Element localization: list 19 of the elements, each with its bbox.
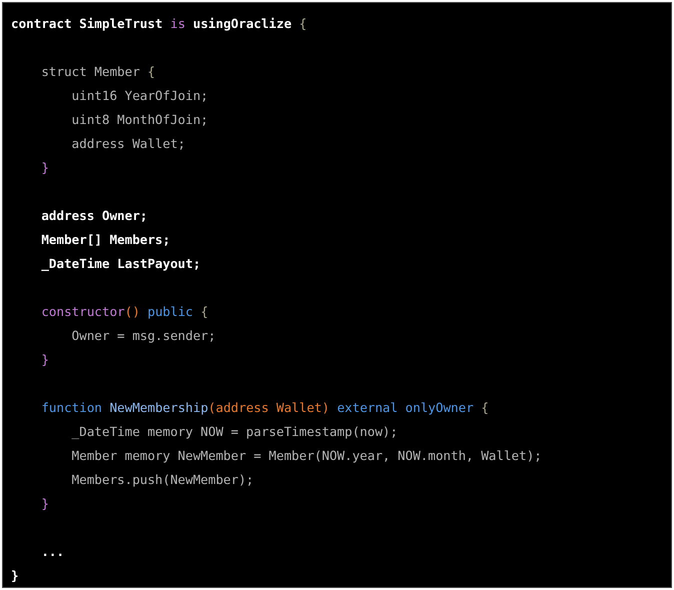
code-line: uint16 YearOfJoin; xyxy=(70,87,208,105)
code-line: uint8 MonthOfJoin; xyxy=(70,111,208,129)
code-line: ... xyxy=(40,543,64,561)
code-line: } xyxy=(40,351,49,369)
code-line: constructor() public { xyxy=(40,303,208,321)
code-line: address Owner; xyxy=(40,207,148,225)
code-line: struct Member { xyxy=(40,63,156,81)
code-line: Owner = msg.sender; xyxy=(70,327,216,345)
code-line: Member[] Members; xyxy=(40,231,170,249)
code-line: _DateTime memory NOW = parseTimestamp(now); xyxy=(70,423,398,441)
code-line: } xyxy=(11,567,19,585)
code-line: function NewMembership(address Wallet) external onlyOwner { xyxy=(40,399,489,417)
code-line: } xyxy=(40,495,49,513)
code-line: contract SimpleTrust is usingOraclize { xyxy=(11,15,307,33)
code-line: _DateTime LastPayout; xyxy=(40,255,201,273)
code-line: Members.push(NewMember); xyxy=(70,471,254,489)
code-line: Member memory NewMember = Member(NOW.year, NOW.month, Wallet); xyxy=(70,447,542,465)
code-line: address Wallet; xyxy=(70,135,186,153)
code-line: } xyxy=(40,159,49,177)
